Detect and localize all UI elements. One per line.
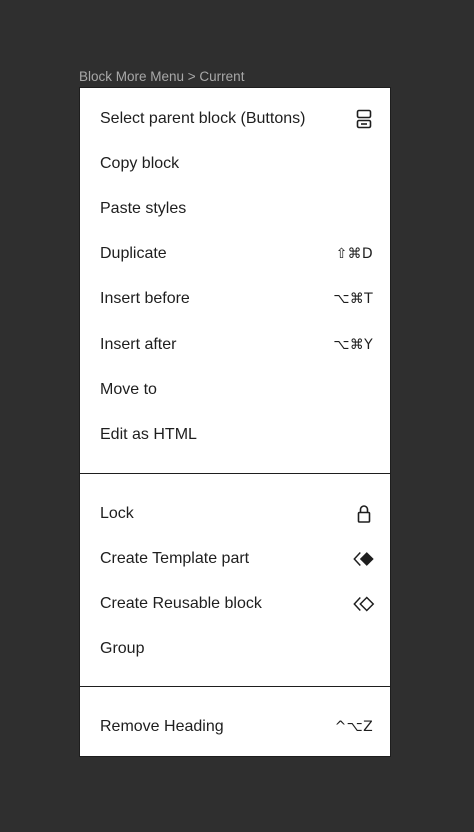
insert-after-item[interactable]: Insert after ⌥⌘Y bbox=[80, 322, 390, 367]
move-to-item[interactable]: Move to bbox=[80, 367, 390, 412]
lock-item[interactable]: Lock bbox=[80, 491, 390, 536]
frame-label: Block More Menu > Current bbox=[79, 69, 245, 84]
insert-after-shortcut: ⌥⌘Y bbox=[333, 336, 373, 353]
menu-item-label: Create Reusable block bbox=[100, 594, 262, 612]
menu-item-label: Move to bbox=[100, 380, 157, 398]
menu-item-label: Lock bbox=[100, 504, 134, 522]
menu-item-label: Remove Heading bbox=[100, 717, 224, 735]
block-more-menu: Select parent block (Buttons) Copy block… bbox=[79, 87, 391, 757]
create-template-part-item[interactable]: Create Template part bbox=[80, 536, 390, 581]
reusable-block-icon bbox=[352, 592, 376, 616]
remove-heading-item[interactable]: Remove Heading ^⌥Z bbox=[80, 704, 390, 749]
menu-item-label: Edit as HTML bbox=[100, 425, 197, 443]
menu-item-label: Duplicate bbox=[100, 245, 167, 263]
menu-item-label: Create Template part bbox=[100, 549, 250, 567]
menu-item-label: Select parent block (Buttons) bbox=[100, 109, 306, 127]
menu-group-remove: Remove Heading ^⌥Z bbox=[80, 704, 390, 749]
menu-group-block-actions: Select parent block (Buttons) Copy block… bbox=[80, 96, 390, 458]
insert-before-item[interactable]: Insert before ⌥⌘T bbox=[80, 277, 390, 322]
group-item[interactable]: Group bbox=[80, 627, 390, 672]
menu-item-label: Copy block bbox=[100, 154, 180, 172]
paste-styles-item[interactable]: Paste styles bbox=[80, 186, 390, 231]
template-part-icon bbox=[352, 547, 376, 571]
duplicate-item[interactable]: Duplicate ⇧⌘D bbox=[80, 232, 390, 277]
menu-item-label: Insert after bbox=[100, 335, 177, 353]
menu-item-label: Insert before bbox=[100, 290, 190, 308]
lock-icon bbox=[352, 502, 376, 526]
menu-item-label: Group bbox=[100, 640, 145, 658]
select-parent-block-item[interactable]: Select parent block (Buttons) bbox=[80, 96, 390, 141]
parent-block-icon bbox=[352, 107, 376, 131]
menu-item-label: Paste styles bbox=[100, 199, 187, 217]
menu-group-block-tools: Lock Create Template part Create Reusabl… bbox=[80, 491, 390, 672]
create-reusable-block-item[interactable]: Create Reusable block bbox=[80, 581, 390, 626]
menu-separator bbox=[80, 686, 390, 687]
edit-as-html-item[interactable]: Edit as HTML bbox=[80, 412, 390, 457]
duplicate-shortcut: ⇧⌘D bbox=[335, 246, 373, 263]
remove-heading-shortcut: ^⌥Z bbox=[334, 718, 373, 735]
copy-block-item[interactable]: Copy block bbox=[80, 141, 390, 186]
menu-separator bbox=[80, 473, 390, 474]
insert-before-shortcut: ⌥⌘T bbox=[333, 291, 373, 308]
